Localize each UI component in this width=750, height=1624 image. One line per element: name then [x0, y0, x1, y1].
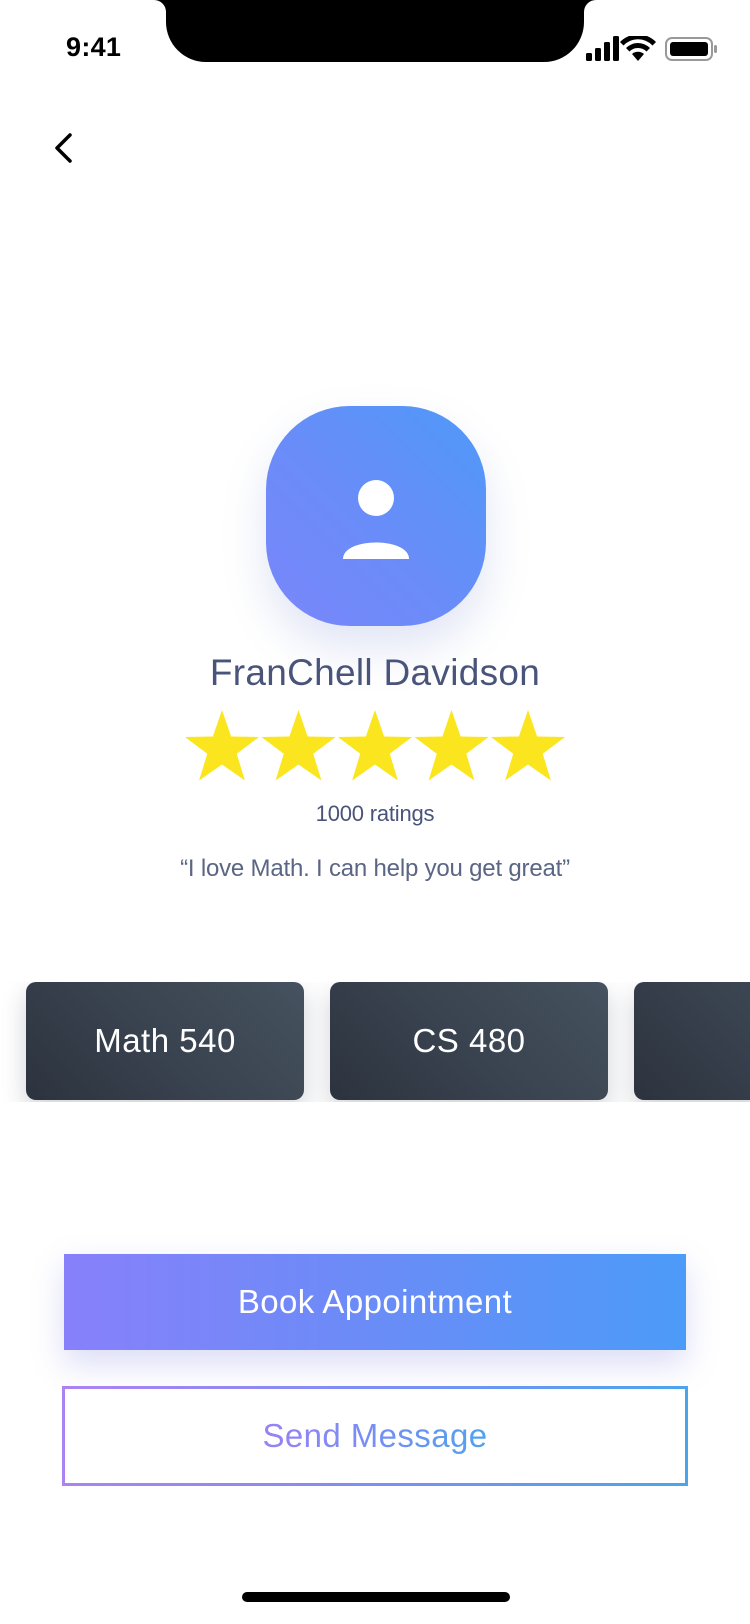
wifi-icon [620, 34, 656, 61]
tutor-name: FranChell Davidson [209, 652, 541, 693]
course-label: Math 540 [94, 1022, 236, 1059]
star-icon [261, 710, 336, 781]
device-notch [166, 0, 584, 62]
status-icons [586, 34, 720, 64]
ratings-count: 1000 ratings [315, 801, 435, 826]
notch-corner-left [154, 0, 166, 12]
star-icon [490, 710, 566, 781]
cellular-signal-icon [586, 36, 619, 61]
battery-icon [665, 37, 717, 61]
star-icon [414, 710, 489, 781]
status-time: 9:41 [66, 32, 122, 62]
book-appointment-label: Book Appointment [237, 1283, 513, 1320]
course-carousel[interactable]: Math 540 CS 480 CS [0, 982, 750, 1102]
course-card-cs-480[interactable]: CS 480 [330, 982, 608, 1100]
star-icon [337, 710, 413, 781]
course-card-math-540[interactable]: Math 540 [26, 982, 304, 1100]
person-icon [343, 480, 409, 559]
send-message-label: Send Message [262, 1417, 488, 1454]
star-icon [184, 710, 260, 781]
notch-corner-right [584, 0, 596, 12]
home-indicator [242, 1592, 510, 1602]
avatar [266, 406, 486, 626]
send-message-button[interactable]: Send Message [62, 1386, 688, 1486]
course-card-cs[interactable]: CS [634, 982, 750, 1100]
course-label: CS 480 [412, 1022, 526, 1059]
back-button[interactable] [42, 126, 86, 170]
tutor-quote: “I love Math. I can help you get great” [180, 855, 570, 882]
book-appointment-button[interactable]: Book Appointment [64, 1254, 686, 1350]
star-rating [184, 708, 568, 786]
send-message-inner: Send Message [65, 1389, 685, 1483]
chevron-left-icon [55, 133, 72, 163]
